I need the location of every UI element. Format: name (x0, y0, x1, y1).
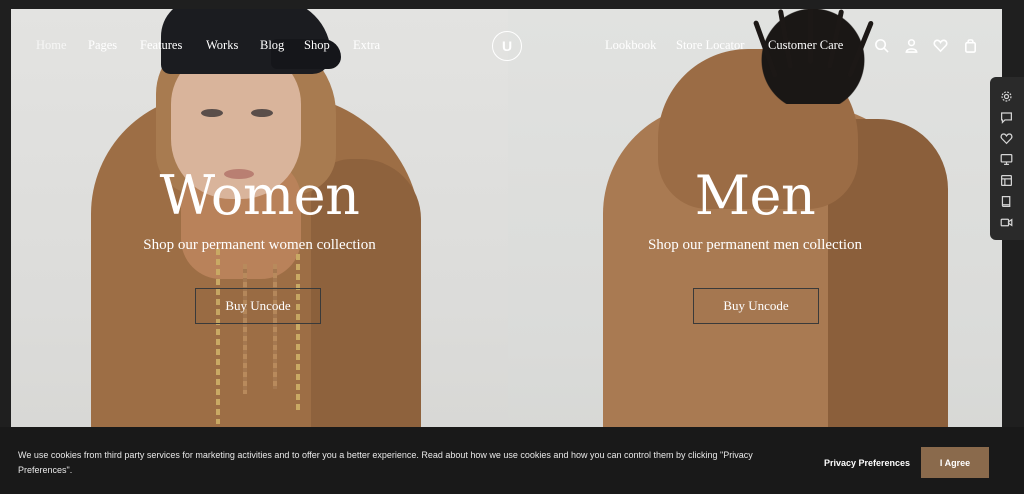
men-subtitle: Shop our permanent men collection (647, 237, 863, 253)
nav-customer-care[interactable]: Customer Care (768, 38, 843, 53)
gear-icon[interactable] (999, 89, 1013, 103)
search-icon[interactable] (873, 37, 889, 53)
hoodie-drawstring (243, 264, 247, 394)
nav-home[interactable]: Home (36, 38, 67, 53)
user-icon[interactable] (903, 37, 919, 53)
agree-button[interactable]: I Agree (921, 447, 989, 478)
chat-icon[interactable] (999, 110, 1013, 124)
nav-pages[interactable]: Pages (88, 38, 117, 53)
site-header: Home Pages Features Works Blog Shop Extr… (11, 9, 1002, 81)
layout-icon[interactable] (999, 173, 1013, 187)
men-title: Men (694, 164, 816, 227)
women-panel[interactable]: Women Shop our permanent women collectio… (11, 9, 508, 494)
heart-icon[interactable] (999, 131, 1013, 145)
women-eye-right (251, 109, 273, 117)
heart-icon[interactable] (932, 37, 948, 53)
cookie-banner: We use cookies from third party services… (0, 427, 1024, 494)
video-icon[interactable] (999, 215, 1013, 229)
bag-icon[interactable] (962, 37, 978, 53)
men-buy-button[interactable]: Buy Uncode (693, 288, 819, 324)
book-icon[interactable] (999, 194, 1013, 208)
nav-shop[interactable]: Shop (304, 38, 330, 53)
nav-works[interactable]: Works (206, 38, 238, 53)
women-buy-button[interactable]: Buy Uncode (195, 288, 321, 324)
uncode-logo[interactable]: U (492, 31, 522, 61)
necklace-chain (216, 249, 220, 424)
nav-features[interactable]: Features (140, 38, 182, 53)
women-eye-left (201, 109, 223, 117)
nav-blog[interactable]: Blog (260, 38, 284, 53)
cookie-message: We use cookies from third party services… (18, 450, 753, 475)
side-toolbar (990, 77, 1024, 240)
monitor-icon[interactable] (999, 152, 1013, 166)
hero-frame: Women Shop our permanent women collectio… (11, 9, 1002, 494)
men-panel[interactable]: Men Shop our permanent men collection Bu… (508, 9, 1002, 494)
women-title: Women (159, 164, 360, 227)
nav-lookbook[interactable]: Lookbook (605, 38, 656, 53)
privacy-preferences-button[interactable]: Privacy Preferences (824, 458, 910, 468)
nav-extra[interactable]: Extra (353, 38, 380, 53)
nav-store-locator[interactable]: Store Locator (676, 38, 744, 53)
hoodie-drawstring (273, 264, 277, 389)
women-subtitle: Shop our permanent women collection (143, 237, 376, 253)
necklace-chain (296, 254, 300, 414)
